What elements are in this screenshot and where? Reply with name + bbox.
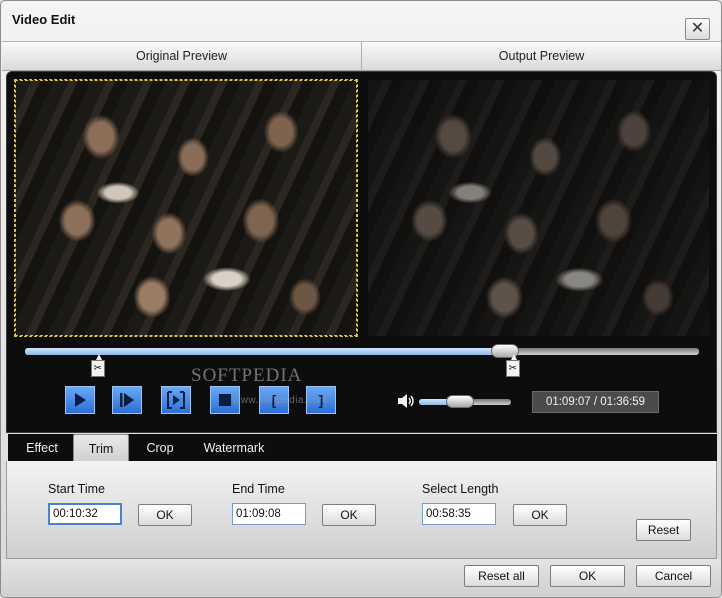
frame-fit-icon <box>167 391 185 409</box>
cancel-button[interactable]: Cancel <box>636 565 711 587</box>
select-length-ok-button[interactable]: OK <box>513 504 567 526</box>
trim-end-marker[interactable]: ✂ <box>505 354 520 377</box>
select-length-label: Select Length <box>422 482 499 496</box>
reset-all-button[interactable]: Reset all <box>464 565 539 587</box>
end-time-field[interactable]: 01:09:08 <box>232 503 306 525</box>
tab-crop[interactable]: Crop <box>132 434 188 462</box>
volume-slider-thumb[interactable] <box>446 395 475 408</box>
tab-watermark[interactable]: Watermark <box>194 434 274 462</box>
tab-trim[interactable]: Trim <box>73 434 129 462</box>
play-icon <box>75 393 86 407</box>
next-frame-button[interactable] <box>112 386 142 414</box>
player-area: ✂ ✂ [ ] 01:09:07 / 01:36:59 Effect Trim … <box>6 71 717 462</box>
preview-header: Original Preview Output Preview <box>2 41 721 71</box>
softpedia-watermark-url: www.softpedia.com <box>233 395 328 406</box>
start-time-ok-button[interactable]: OK <box>138 504 192 526</box>
stop-icon <box>219 394 231 406</box>
volume-slider[interactable] <box>419 395 511 408</box>
time-display: 01:09:07 / 01:36:59 <box>532 391 659 413</box>
video-edit-window: Video Edit ✕ Original Preview Output Pre… <box>0 0 722 598</box>
seek-bar[interactable] <box>25 344 699 358</box>
start-time-field[interactable]: 00:10:32 <box>48 503 122 525</box>
end-time-ok-button[interactable]: OK <box>322 504 376 526</box>
trim-start-marker[interactable]: ✂ <box>90 354 105 377</box>
tab-effect[interactable]: Effect <box>14 434 70 462</box>
original-preview-label: Original Preview <box>135 49 227 63</box>
original-preview-video[interactable] <box>14 79 358 337</box>
window-title: Video Edit <box>12 12 76 27</box>
trim-reset-button[interactable]: Reset <box>636 519 691 541</box>
softpedia-watermark: SOFTPEDIA <box>191 365 303 386</box>
output-preview-video <box>368 80 709 336</box>
output-preview-label: Output Preview <box>361 42 721 70</box>
tab-bar: Effect Trim Crop Watermark <box>8 434 717 462</box>
play-button[interactable] <box>65 386 95 414</box>
fit-frame-button[interactable] <box>161 386 191 414</box>
step-forward-icon <box>120 393 134 407</box>
end-time-label: End Time <box>232 482 285 496</box>
select-length-field[interactable]: 00:58:35 <box>422 503 496 525</box>
volume-icon[interactable] <box>397 393 415 409</box>
start-time-label: Start Time <box>48 482 105 496</box>
close-icon: ✕ <box>690 20 705 37</box>
ok-button[interactable]: OK <box>550 565 625 587</box>
close-button[interactable]: ✕ <box>685 18 710 40</box>
